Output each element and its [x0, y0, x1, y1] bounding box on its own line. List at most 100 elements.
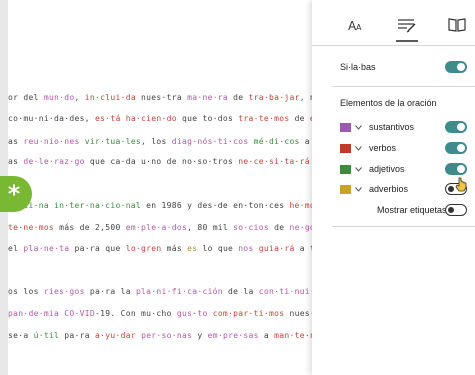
document-page: or del mun·do, in·clui·da nues·tra ma·ne… — [8, 0, 313, 375]
plain-text: pa·ra la — [84, 287, 136, 296]
pos-toggle-verbos[interactable] — [445, 142, 467, 154]
verb-word: te·ne·mos — [8, 223, 55, 232]
adjective-word: ú·til — [33, 331, 60, 340]
plain-text: de — [269, 223, 290, 232]
pos-toggle-sustantivos[interactable] — [445, 121, 467, 133]
noun-word: ries·gos — [43, 287, 85, 296]
document-line: co·mu·ni·da·des, es·tá ha·cien·do que to… — [8, 114, 313, 123]
plain-text: más de 2,500 — [54, 223, 126, 232]
text-size-icon: A A — [348, 19, 362, 33]
plain-text: de — [289, 114, 310, 123]
noun-word: CO·VID — [64, 309, 95, 318]
noun-word: reu·nio·nes — [23, 137, 80, 146]
pos-toggle-adjetivos[interactable] — [445, 163, 467, 175]
plain-text: , 80 mil — [187, 223, 234, 232]
noun-word: de·le·raz·go — [23, 157, 85, 166]
noun-word: nos — [238, 244, 254, 253]
noun-word: pla·ne·ta — [23, 244, 70, 253]
plain-text: pa·ra — [59, 331, 96, 340]
document-line: se·a ú·til pa·ra a·yu·dar per·so·nas y e… — [8, 331, 313, 340]
noun-word: so·cios — [233, 223, 269, 232]
parts-of-speech-title: Elementos de la oración — [340, 98, 437, 108]
chevron-down-icon[interactable] — [353, 165, 363, 174]
adverb-word: es — [187, 244, 198, 253]
plain-text: más — [161, 244, 188, 253]
plain-text: as — [8, 157, 24, 166]
verb-word: tra·ba·jar — [248, 93, 300, 102]
noun-word: pan·de·mia — [8, 309, 60, 318]
verb-word: a·yu·dar — [95, 331, 136, 340]
divider — [332, 86, 475, 87]
verb-word: tra·te·mos — [238, 114, 290, 123]
noun-word: per·so·nas — [141, 331, 193, 340]
color-swatch[interactable] — [340, 184, 351, 194]
noun-word: pla·ni·fi·ca·ción — [135, 287, 223, 296]
book-icon — [448, 18, 466, 32]
divider — [332, 226, 475, 227]
chevron-down-icon[interactable] — [353, 144, 363, 153]
color-swatch[interactable] — [340, 143, 351, 153]
document-line: or del mun·do, in·clui·da nues·tra ma·ne… — [8, 93, 313, 102]
plain-text: , nues· — [299, 93, 313, 102]
noun-word: gus·to — [176, 309, 208, 318]
chevron-down-icon[interactable] — [353, 185, 363, 194]
verb-word: he·mos — [289, 201, 313, 210]
plain-text: co·mu·ni·da·des, — [8, 114, 95, 123]
noun-word: ne·go — [289, 223, 313, 232]
grammar-options-panel: A A Si·la·bas Elementos de la oración su… — [312, 0, 475, 375]
plain-text: pa·ra que — [69, 244, 126, 253]
plain-text: nues· — [284, 309, 313, 318]
document-line: el pla·ne·ta pa·ra que lo·gren más es lo… — [8, 244, 313, 253]
plain-text: os los — [8, 287, 44, 296]
plain-text: as — [8, 137, 24, 146]
verb-word: ne·ce·si·ta·rá — [238, 157, 310, 166]
asterisk-icon: * — [7, 180, 21, 208]
noun-word: mun·do — [43, 93, 75, 102]
document-line: fi·ci·na in·ter·na·cio·nal en 1986 y des… — [8, 201, 313, 210]
plain-text: a — [304, 137, 310, 146]
syllables-toggle[interactable] — [445, 61, 467, 73]
document-line: te·ne·mos más de 2,500 em·ple·a·dos, 80 … — [8, 223, 313, 232]
grammar-lines-pen-icon — [398, 19, 416, 33]
plain-text: de la — [222, 287, 259, 296]
plain-text: de — [228, 93, 249, 102]
adjective-word: mé·di·cos — [253, 137, 300, 146]
tab-grammar-options[interactable] — [392, 14, 422, 42]
adjective-word: in·ter·na·cio·nal — [54, 201, 142, 210]
hand-cursor-icon — [455, 177, 467, 192]
plain-text: nues·tra — [135, 93, 188, 102]
tab-text-options[interactable]: A A — [342, 14, 372, 36]
plain-text: se·a — [8, 331, 34, 340]
plain-text: en 1986 y des·de en·ton·ces — [141, 201, 290, 210]
noun-word: em·ple·a·dos — [125, 223, 188, 232]
noun-word: em·pre·sas — [207, 331, 259, 340]
chevron-down-icon[interactable] — [353, 123, 363, 132]
verb-word: man·te·ner·s — [274, 331, 313, 340]
tab-reading-preferences[interactable] — [442, 14, 472, 36]
color-swatch[interactable] — [340, 122, 351, 132]
noun-word: ma·ne·ra — [187, 93, 229, 102]
plain-text: , los — [141, 137, 172, 146]
noun-word: con·ti·nui·dad — [258, 287, 313, 296]
noun-word: diag·nós·ti·cos — [171, 137, 249, 146]
panel-tabs: A A — [312, 0, 475, 46]
show-labels-toggle[interactable] — [445, 204, 467, 216]
verb-word: in·clui·da — [84, 93, 136, 102]
plain-text: que to·dos — [176, 114, 239, 123]
plain-text: y — [192, 331, 208, 340]
plain-text: a — [258, 331, 275, 340]
verb-word: ha·cien·do — [125, 114, 177, 123]
plain-text: , — [74, 93, 85, 102]
plain-text: lo que — [197, 244, 239, 253]
verb-word: com·par·ti·mos — [212, 309, 285, 318]
document-line: as de·le·raz·go que ca·da u·no de no·so·… — [8, 157, 313, 166]
plain-text: a to·do — [299, 244, 313, 253]
plain-text: el — [8, 244, 24, 253]
color-swatch[interactable] — [340, 164, 351, 174]
verb-word: guia·rá — [258, 244, 295, 253]
document-line: pan·de·mia CO·VID-19. Con mu·cho gus·to … — [8, 309, 313, 318]
adjective-word: vir·tua·les — [84, 137, 142, 146]
document-line: as reu·nio·nes vir·tua·les, los diag·nós… — [8, 137, 313, 146]
document-line: os los ries·gos pa·ra la pla·ni·fi·ca·ci… — [8, 287, 313, 296]
verb-word: es·tá — [94, 114, 121, 123]
